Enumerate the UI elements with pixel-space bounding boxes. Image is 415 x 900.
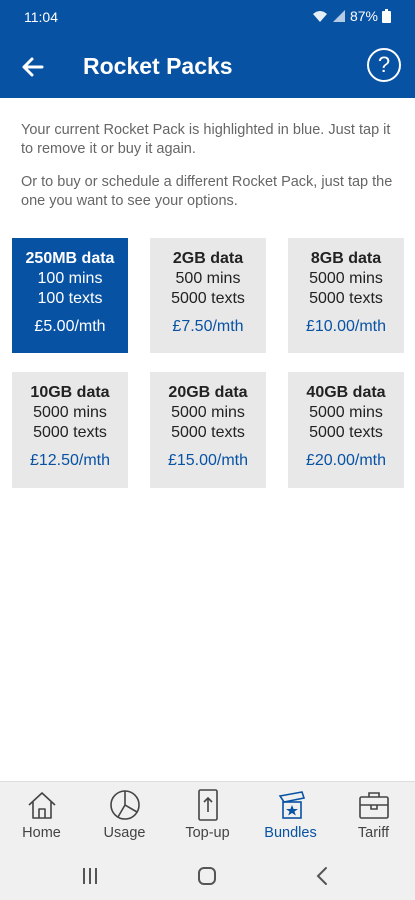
recent-apps-icon[interactable]	[70, 863, 110, 889]
pack-mins: 500 mins	[175, 270, 241, 287]
pack-texts: 5000 texts	[171, 424, 245, 441]
wifi-icon	[312, 9, 328, 23]
back-arrow-icon[interactable]	[18, 52, 48, 82]
pack-texts: 5000 texts	[309, 290, 383, 307]
pack-data: 10GB data	[30, 384, 110, 401]
pack-mins: 5000 mins	[309, 270, 383, 287]
pack-mins: 5000 mins	[171, 404, 245, 421]
nav-label-bundles: Bundles	[264, 825, 317, 841]
battery-icon	[382, 9, 391, 23]
pack-data: 2GB data	[172, 250, 244, 267]
pack-data: 8GB data	[310, 250, 382, 267]
nav-bundles[interactable]: Bundles	[249, 782, 332, 852]
pack-texts: 100 texts	[37, 290, 103, 307]
status-icons: 87%	[312, 8, 391, 24]
nav-tariff[interactable]: Tariff	[332, 782, 415, 852]
pack-data: 40GB data	[306, 384, 386, 401]
pack-texts: 5000 texts	[309, 424, 383, 441]
pack-price: £15.00/mth	[167, 452, 249, 469]
pack-card-8gb[interactable]: 8GB data 5000 mins 5000 texts £10.00/mth	[288, 238, 404, 353]
pack-data: 20GB data	[168, 384, 248, 401]
pack-price: £10.00/mth	[305, 318, 387, 335]
home-button-icon[interactable]	[187, 863, 227, 889]
back-button-icon[interactable]	[303, 863, 343, 889]
pack-card-40gb[interactable]: 40GB data 5000 mins 5000 texts £20.00/mt…	[288, 372, 404, 488]
home-icon	[27, 792, 56, 819]
nav-label-tariff: Tariff	[357, 825, 390, 841]
pack-card-10gb[interactable]: 10GB data 5000 mins 5000 texts £12.50/mt…	[12, 372, 128, 488]
top-up-phone-icon	[197, 789, 218, 821]
pack-mins: 100 mins	[37, 270, 103, 287]
nav-usage[interactable]: Usage	[83, 782, 166, 852]
briefcase-icon	[358, 792, 389, 819]
battery-percent: 87%	[349, 8, 378, 24]
pack-price: £12.50/mth	[29, 452, 111, 469]
pack-price: £5.00/mth	[34, 318, 106, 335]
page-title: Rocket Packs	[83, 53, 233, 79]
status-time: 11:04	[24, 9, 58, 25]
pie-chart-icon	[109, 790, 140, 820]
pack-price: £7.50/mth	[172, 318, 244, 335]
bottom-nav: Home Usage Top-up Bundles Tariff	[0, 781, 415, 851]
pack-mins: 5000 mins	[309, 404, 383, 421]
help-button[interactable]: ?	[367, 48, 401, 82]
nav-top-up[interactable]: Top-up	[166, 782, 249, 852]
status-bar: 11:04 87%	[0, 0, 415, 34]
nav-label-top-up: Top-up	[185, 825, 230, 841]
pack-price: £20.00/mth	[305, 452, 387, 469]
app-bar: Rocket Packs ?	[0, 34, 415, 98]
pack-texts: 5000 texts	[33, 424, 107, 441]
pack-card-250mb[interactable]: 250MB data 100 mins 100 texts £5.00/mth	[12, 238, 128, 353]
nav-label-usage: Usage	[103, 825, 146, 841]
pack-card-20gb[interactable]: 20GB data 5000 mins 5000 texts £15.00/mt…	[150, 372, 266, 488]
intro-buy-pack: Or to buy or schedule a different Rocket…	[21, 174, 393, 209]
nav-label-home: Home	[22, 825, 61, 841]
intro-text: Your current Rocket Pack is highlighted …	[21, 121, 396, 225]
pack-data: 250MB data	[25, 250, 115, 267]
nav-home[interactable]: Home	[0, 782, 83, 852]
system-nav-bar	[0, 851, 415, 900]
intro-current-pack: Your current Rocket Pack is highlighted …	[21, 122, 391, 157]
signal-icon	[332, 9, 346, 23]
bundles-icon	[278, 791, 305, 819]
pack-mins: 5000 mins	[33, 404, 107, 421]
pack-card-2gb[interactable]: 2GB data 500 mins 5000 texts £7.50/mth	[150, 238, 266, 353]
pack-texts: 5000 texts	[171, 290, 245, 307]
